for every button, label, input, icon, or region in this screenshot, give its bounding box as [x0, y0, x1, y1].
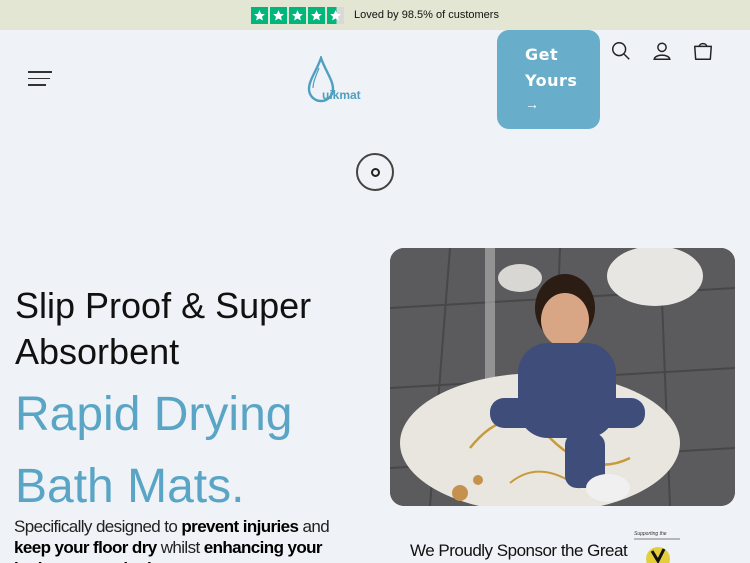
- star-icon: [289, 6, 307, 24]
- get-yours-button[interactable]: Get Yours →: [497, 30, 600, 129]
- star-icon: [270, 6, 288, 24]
- sponsor-heading: We Proudly Sponsor the Great: [410, 541, 628, 560]
- hamburger-menu-icon[interactable]: [28, 71, 52, 87]
- star-icon: [251, 6, 269, 24]
- hero-image: [390, 248, 735, 506]
- hero-title-line2: Absorbent: [15, 331, 180, 372]
- half-star-icon: [327, 6, 345, 24]
- sponsor-badge: Supporting the: [634, 531, 684, 563]
- announcement-bar: Loved by 98.5% of customers: [0, 0, 750, 30]
- record-dot-icon: [370, 167, 380, 177]
- account-icon[interactable]: [651, 40, 673, 62]
- hero-accent-line1: Rapid Drying: [15, 388, 293, 441]
- hero-heading: Slip Proof & Super Absorbent Rapid Dryin…: [15, 283, 375, 519]
- trustpilot-rating: [251, 6, 345, 24]
- hero-description: Specifically designed to prevent injurie…: [14, 517, 330, 563]
- cart-icon[interactable]: [692, 40, 714, 62]
- star-icon: [308, 6, 326, 24]
- search-icon[interactable]: [610, 40, 632, 62]
- hero-accent-line2: Bath Mats.: [15, 460, 245, 513]
- hero-title-line1: Slip Proof & Super: [15, 285, 312, 326]
- logo-text: uikmat: [322, 88, 361, 102]
- announcement-text: Loved by 98.5% of customers: [354, 9, 499, 21]
- video-play-button[interactable]: [356, 153, 394, 191]
- get-yours-label: Get Yours: [525, 45, 578, 90]
- sponsor-logo-icon: [634, 538, 680, 563]
- arrow-right-icon: →: [525, 96, 539, 112]
- site-logo[interactable]: uikmat: [305, 54, 380, 104]
